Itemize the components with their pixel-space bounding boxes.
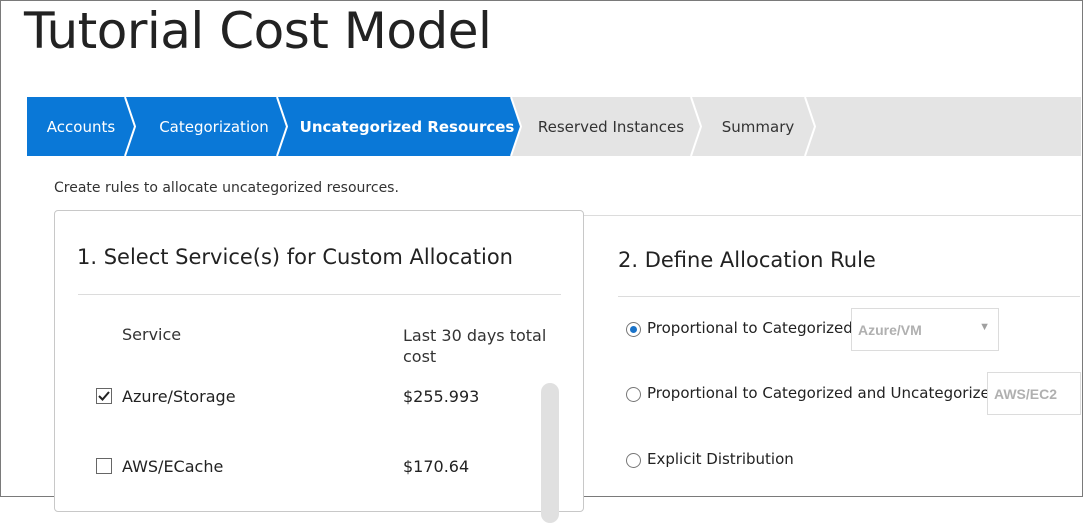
divider	[78, 294, 561, 295]
wizard-step-label: Categorization	[159, 117, 269, 136]
wizard-step-label: Reserved Instances	[537, 117, 685, 136]
column-header-cost: Last 30 days total cost	[403, 326, 547, 366]
panel-title: 1. Select Service(s) for Custom Allocati…	[77, 245, 513, 269]
divider	[584, 215, 1081, 216]
scrollbar[interactable]	[541, 383, 559, 523]
checkmark-icon	[98, 391, 110, 401]
service-name: Azure/Storage	[122, 387, 236, 406]
radio-label: Explicit Distribution	[647, 450, 794, 468]
radio-label: Proportional to Categorized	[647, 319, 853, 337]
panel-title: 2. Define Allocation Rule	[618, 248, 876, 272]
wizard-step-categorization[interactable]: Categorization	[135, 97, 293, 156]
wizard-step-uncategorized-resources[interactable]: Uncategorized Resources	[289, 97, 525, 156]
wizard-step-summary[interactable]: Summary	[701, 97, 815, 156]
page-title: Tutorial Cost Model	[24, 2, 492, 60]
wizard-step-label: Summary	[721, 117, 795, 136]
service-cost: $170.64	[403, 457, 470, 476]
column-header-service: Service	[122, 325, 182, 344]
service-checkbox-azure-storage[interactable]	[96, 388, 112, 404]
service-name: AWS/ECache	[122, 457, 224, 476]
divider	[618, 296, 1080, 297]
select-proportional-categorized[interactable]: Azure/VM ▼	[851, 308, 999, 351]
service-cost: $255.993	[403, 387, 480, 406]
radio-proportional-categorized[interactable]	[626, 322, 641, 337]
wizard-step-label: Accounts	[46, 117, 116, 136]
service-selection-panel: 1. Select Service(s) for Custom Allocati…	[54, 210, 584, 523]
wizard-step-label: Uncategorized Resources	[299, 117, 515, 136]
intro-text: Create rules to allocate uncategorized r…	[54, 180, 399, 196]
wizard-step-reserved-instances[interactable]: Reserved Instances	[521, 97, 701, 156]
service-checkbox-aws-ecache[interactable]	[96, 458, 112, 474]
radio-label: Proportional to Categorized and Uncatego…	[647, 384, 1000, 402]
radio-explicit-distribution[interactable]	[626, 453, 641, 468]
wizard-steps: Accounts Categorization Uncategorized Re…	[27, 97, 1081, 156]
wizard-step-accounts[interactable]: Accounts	[27, 97, 135, 156]
chevron-down-icon: ▼	[979, 321, 990, 333]
select-value: AWS/EC2	[994, 385, 1058, 402]
radio-proportional-categorized-and-uncategorized[interactable]	[626, 387, 641, 402]
select-value: Azure/VM	[858, 321, 922, 338]
select-proportional-categorized-and-uncategorized[interactable]: AWS/EC2	[987, 372, 1081, 415]
